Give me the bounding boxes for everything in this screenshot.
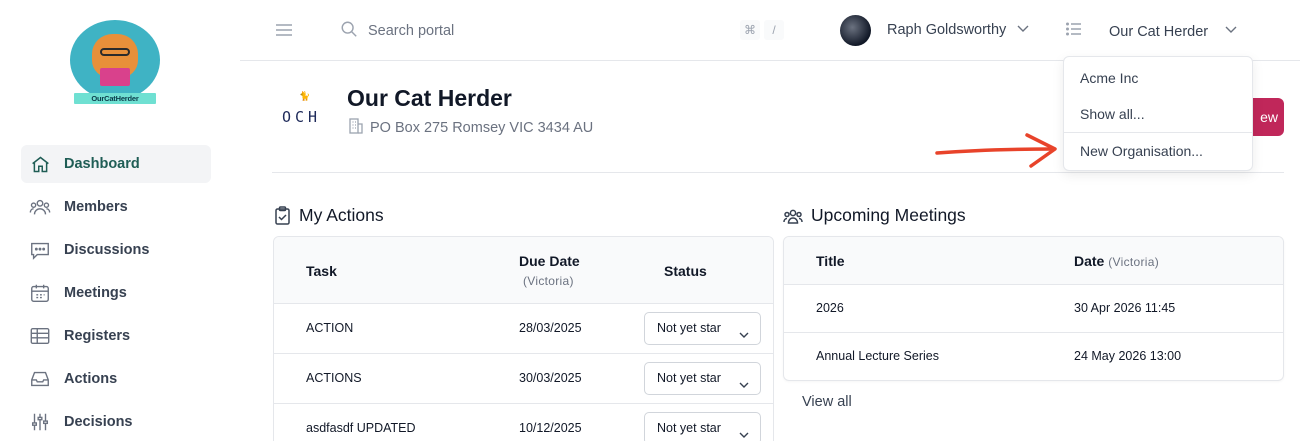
upcoming-meetings-table: Title Date (Victoria) 2026 30 Apr 2026 1… <box>783 236 1284 381</box>
table-row[interactable]: asdfasdf UPDATED 10/12/2025 Not yet star <box>274 404 773 441</box>
sidebar-item-discussions[interactable]: Discussions <box>21 231 211 269</box>
menu-item-acme[interactable]: Acme Inc <box>1064 60 1252 96</box>
logo-badge <box>70 20 160 100</box>
section-title: My Actions <box>299 205 384 225</box>
org-logo: 🐈 OCH <box>282 92 327 126</box>
date-timezone: (Victoria) <box>1108 255 1160 269</box>
status-select[interactable]: Not yet star <box>644 412 761 441</box>
search-icon <box>340 20 358 43</box>
view-all-link[interactable]: View all <box>802 394 852 410</box>
sidebar-item-registers[interactable]: Registers <box>21 317 211 355</box>
sidebar-item-decisions[interactable]: Decisions <box>21 403 211 441</box>
inbox-icon <box>29 368 51 390</box>
sidebar-nav: Dashboard Members Discussions Meetings R… <box>21 145 211 441</box>
command-key: ⌘ <box>740 20 760 40</box>
search-input[interactable]: Search portal <box>368 23 454 39</box>
calendar-icon <box>29 282 51 304</box>
task-cell: ACTIONS <box>306 371 362 385</box>
chevron-down-icon <box>738 422 750 441</box>
status-value: Not yet star <box>657 321 721 335</box>
menu-item-new-organisation[interactable]: New Organisation... <box>1064 133 1252 169</box>
status-select[interactable]: Not yet star <box>644 312 761 345</box>
sidebar-item-label: Decisions <box>64 414 133 430</box>
sidebar-item-label: Meetings <box>64 285 127 301</box>
table-icon <box>29 325 51 347</box>
my-actions-table: Task Due Date (Victoria) Status ACTION 2… <box>273 236 774 441</box>
column-header-date[interactable]: Date (Victoria) <box>1074 253 1159 269</box>
my-actions-heading: My Actions <box>274 205 384 226</box>
sidebar-item-label: Dashboard <box>64 156 140 172</box>
clipboard-icon <box>274 206 291 225</box>
org-address: PO Box 275 Romsey VIC 3434 AU <box>348 117 593 138</box>
column-header-timezone: (Victoria) <box>523 274 574 288</box>
org-dropdown-menu: Acme Inc Show all... New Organisation... <box>1063 56 1253 171</box>
column-header-task[interactable]: Task <box>306 263 337 279</box>
upcoming-meetings-heading: Upcoming Meetings <box>783 205 966 226</box>
task-cell: ACTION <box>306 321 354 335</box>
list-icon <box>1065 20 1083 43</box>
column-header-status[interactable]: Status <box>664 263 707 279</box>
org-logo-text: OCH <box>282 108 322 126</box>
sidebar-item-meetings[interactable]: Meetings <box>21 274 211 312</box>
table-row[interactable]: ACTIONS 30/03/2025 Not yet star <box>274 354 773 404</box>
org-switcher[interactable]: Our Cat Herder <box>1065 20 1238 43</box>
chat-icon <box>29 239 51 261</box>
meeting-title-cell: Annual Lecture Series <box>816 349 939 363</box>
sidebar-item-dashboard[interactable]: Dashboard <box>21 145 211 183</box>
sidebar-item-actions[interactable]: Actions <box>21 360 211 398</box>
sidebar-item-label: Members <box>64 199 128 215</box>
chevron-down-icon <box>1224 22 1238 41</box>
user-name: Raph Goldsworthy <box>887 22 1007 38</box>
sidebar-item-label: Actions <box>64 371 118 387</box>
date-label: Date <box>1074 253 1105 269</box>
due-date-cell: 10/12/2025 <box>519 421 582 435</box>
table-row[interactable]: 2026 30 Apr 2026 11:45 <box>784 285 1283 333</box>
sliders-icon <box>29 411 51 433</box>
chevron-down-icon <box>1016 21 1030 40</box>
column-header-due-date[interactable]: Due Date <box>519 253 580 269</box>
user-menu[interactable]: Raph Goldsworthy <box>840 14 1030 46</box>
users-icon <box>29 196 51 218</box>
cat-icon: 🐈 <box>299 92 311 102</box>
people-icon <box>783 207 803 225</box>
app-logo[interactable]: OurCatHerder <box>70 20 160 106</box>
column-header-title[interactable]: Title <box>816 253 845 269</box>
chevron-down-icon <box>738 372 750 403</box>
table-row[interactable]: ACTION 28/03/2025 Not yet star <box>274 304 773 354</box>
meeting-date-cell: 24 May 2026 13:00 <box>1074 349 1182 363</box>
table-header: Task Due Date (Victoria) Status <box>274 237 773 304</box>
annotation-arrow-icon <box>935 133 1057 168</box>
chevron-down-icon <box>738 322 750 353</box>
sidebar-item-label: Registers <box>64 328 131 344</box>
section-title: Upcoming Meetings <box>811 205 966 225</box>
page-title: Our Cat Herder <box>347 85 512 111</box>
table-header: Title Date (Victoria) <box>784 237 1283 285</box>
status-value: Not yet star <box>657 421 721 435</box>
task-cell: asdfasdf UPDATED <box>306 421 416 435</box>
status-value: Not yet star <box>657 371 721 385</box>
menu-item-show-all[interactable]: Show all... <box>1064 96 1252 132</box>
address-text: PO Box 275 Romsey VIC 3434 AU <box>370 119 594 136</box>
building-icon <box>348 117 364 138</box>
due-date-cell: 30/03/2025 <box>519 371 582 385</box>
menu-icon[interactable] <box>274 20 294 40</box>
topbar: Search portal ⌘ / Raph Goldsworthy Our C… <box>240 0 1300 61</box>
search-shortcut: ⌘ / <box>740 20 784 40</box>
table-row[interactable]: Annual Lecture Series 24 May 2026 13:00 <box>784 333 1283 380</box>
home-icon <box>29 153 51 175</box>
due-date-cell: 28/03/2025 <box>519 321 582 335</box>
current-org-name: Our Cat Herder <box>1109 23 1209 40</box>
meeting-date-cell: 30 Apr 2026 11:45 <box>1074 301 1176 315</box>
search-bar[interactable]: Search portal <box>340 18 790 44</box>
sidebar-item-members[interactable]: Members <box>21 188 211 226</box>
logo-banner: OurCatHerder <box>74 93 156 104</box>
glasses-illustration <box>100 48 130 56</box>
avatar <box>840 14 871 46</box>
laptop-illustration <box>100 68 130 86</box>
sidebar: OurCatHerder Dashboard Members Discussio… <box>0 0 240 441</box>
slash-key: / <box>764 20 784 40</box>
sidebar-item-label: Discussions <box>64 242 150 258</box>
status-select[interactable]: Not yet star <box>644 362 761 395</box>
meeting-title-cell: 2026 <box>816 301 844 315</box>
